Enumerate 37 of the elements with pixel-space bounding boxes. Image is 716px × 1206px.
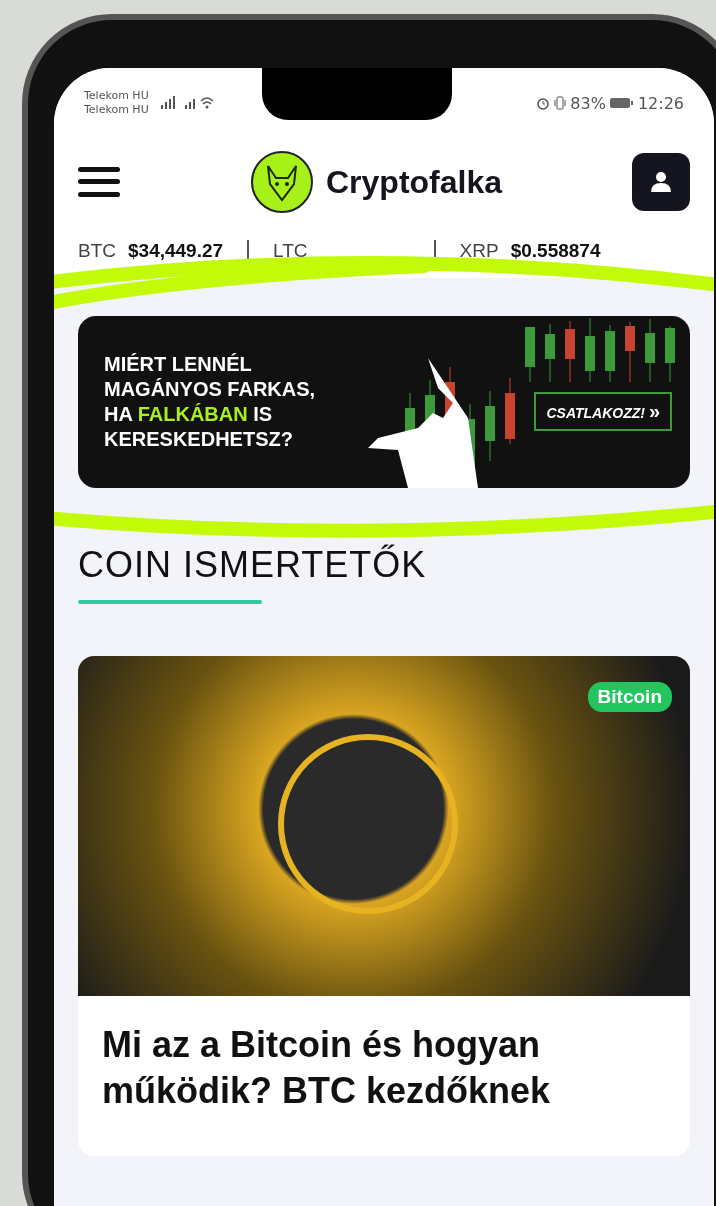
candle bbox=[585, 317, 595, 383]
promo-banner[interactable]: MIÉRT LENNÉL MAGÁNYOS FARKAS, HA FALKÁBAN IS KERESKEDHETSZ? CSATLAKOZZ! » bbox=[78, 316, 690, 488]
battery-icon bbox=[609, 97, 634, 109]
signal-icon bbox=[160, 96, 213, 110]
menu-icon[interactable] bbox=[78, 166, 120, 198]
brand-name[interactable]: Cryptofalka bbox=[325, 163, 502, 201]
section-title: COIN ISMERTETŐK bbox=[78, 544, 428, 586]
ticker-symbol: XRP bbox=[459, 240, 499, 262]
article-title[interactable]: Mi az a Bitcoin és hogyan működik? BTC kezdőknek bbox=[102, 1022, 666, 1114]
banner-headline-line: KERESKEDHETSZ? bbox=[104, 427, 294, 452]
banner-headline-line: MIÉRT LENNÉL bbox=[104, 352, 253, 377]
candle bbox=[525, 326, 535, 383]
alarm-icon bbox=[536, 96, 551, 110]
carrier-label: Telekom HU bbox=[84, 89, 149, 103]
candle bbox=[505, 377, 515, 445]
banner-headline-line: MAGÁNYOS FARKAS, bbox=[104, 377, 316, 402]
join-button[interactable]: CSATLAKOZZ! » bbox=[534, 392, 672, 431]
candle bbox=[565, 320, 575, 383]
carrier-label: Telekom HU bbox=[84, 103, 149, 117]
user-icon bbox=[649, 170, 673, 194]
candle bbox=[605, 324, 615, 383]
candle bbox=[665, 325, 675, 383]
vibrate-icon bbox=[554, 96, 567, 110]
account-button[interactable] bbox=[632, 153, 690, 211]
status-time: 12:26 bbox=[637, 93, 684, 113]
candle bbox=[545, 323, 555, 383]
ticker-symbol: LTC bbox=[273, 240, 308, 262]
article-card[interactable]: Bitcoin Mi az a Bitcoin és hogyan működik? BTC kezdőknek bbox=[78, 656, 690, 1156]
ticker-price: $0.558874 bbox=[510, 240, 601, 262]
ticker-symbol: BTC bbox=[78, 240, 116, 262]
banner-headline-line: HA FALKÁBAN IS bbox=[104, 402, 274, 427]
candle bbox=[645, 318, 655, 383]
candle bbox=[485, 390, 495, 462]
wolf-logo-icon bbox=[249, 150, 314, 214]
battery-percent: 83% bbox=[570, 93, 606, 113]
candle bbox=[625, 321, 635, 383]
ticker-price: $34,449.27 bbox=[128, 240, 224, 262]
